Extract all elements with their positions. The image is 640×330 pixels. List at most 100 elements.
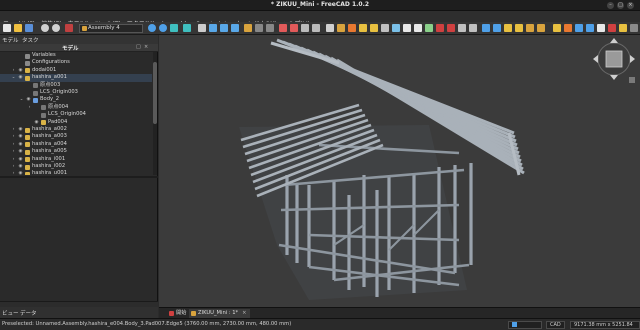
new-body-icon[interactable] [337,24,345,32]
simulation-icon[interactable] [564,24,572,32]
panel-float-icon[interactable]: □ [136,44,141,50]
constraint-axis-icon[interactable] [504,24,512,32]
visibility-eye-icon[interactable]: ◉ [18,67,23,74]
save-icon[interactable] [25,24,33,32]
tree-scrollbar[interactable] [153,52,157,175]
panel-splitter[interactable] [0,176,158,178]
expand-arrow-icon[interactable]: ⌄ [11,74,16,81]
tab-start[interactable]: 開始 [167,309,190,318]
3d-viewport[interactable] [159,35,640,307]
open-folder-icon[interactable] [14,24,22,32]
front-view-icon[interactable] [209,24,217,32]
visibility-eye-icon[interactable]: ◉ [18,126,23,133]
draw-style-icon[interactable] [170,24,178,32]
maximize-icon[interactable]: □ [617,2,624,9]
panel-close-icon[interactable]: × [144,44,148,50]
tab-document[interactable]: ZIKUU_Mini : 1* × [189,309,251,318]
tree-row[interactable]: 原点003 [0,82,152,89]
insert-fastener-icon[interactable] [370,24,378,32]
joint-icon[interactable] [575,24,583,32]
tree-row[interactable]: Configurations [0,59,152,66]
visibility-eye-icon[interactable]: ◉ [18,156,23,163]
visibility-eye-icon[interactable]: ◉ [18,74,23,81]
expand-arrow-icon[interactable]: ⌄ [19,96,24,103]
stop-icon[interactable] [608,24,616,32]
constraint-angle-icon[interactable] [526,24,534,32]
visibility-eye-icon[interactable]: ◉ [34,119,39,126]
tree-scrollbar-thumb[interactable] [153,62,157,124]
gear-icon[interactable] [586,24,594,32]
isometric-view-icon[interactable] [198,24,206,32]
solve-icon[interactable] [436,24,444,32]
house-frame-model[interactable] [159,35,640,307]
tab-close-icon[interactable]: × [242,310,246,316]
tree-row[interactable]: › ◉ hashira_a003 [0,133,152,140]
info-icon[interactable] [469,24,477,32]
measure-icon[interactable] [244,24,252,32]
more-icon[interactable] [630,24,638,32]
tree-row[interactable]: LCS_Origin004 [0,111,152,118]
new-lcs-icon[interactable] [403,24,411,32]
expand-arrow-icon[interactable]: › [27,104,32,111]
visibility-eye-icon[interactable]: ◉ [18,163,23,170]
link-icon[interactable] [279,24,287,32]
new-datum-icon[interactable] [392,24,400,32]
right-view-icon[interactable] [231,24,239,32]
top-view-icon[interactable] [220,24,228,32]
redo-icon[interactable] [52,24,60,32]
tree-row[interactable]: › ◉ hashira_i002 [0,163,152,170]
units-selector[interactable]: CAD [546,321,565,329]
tree-row[interactable]: ⌄ ◉ Body_2 [0,96,152,103]
expand-arrow-icon[interactable]: › [11,170,16,175]
tree-row[interactable]: ◉ Pad004 [0,119,152,126]
tree-row[interactable]: LCS_Origin003 [0,89,152,96]
expand-arrow-icon[interactable]: › [11,67,16,74]
bounding-box-icon[interactable] [183,24,191,32]
expand-arrow-icon[interactable]: › [11,141,16,148]
tree-row[interactable]: › ◉ hashira_i001 [0,156,152,163]
create-part-icon[interactable] [255,24,263,32]
workbench-selector[interactable]: Assembly 4 [79,24,143,33]
macro-record-icon[interactable] [65,24,73,32]
constraint-point-icon[interactable] [515,24,523,32]
navigation-style-selector[interactable] [508,321,542,329]
new-file-icon[interactable] [3,24,11,32]
undo-icon[interactable] [41,24,49,32]
visibility-eye-icon[interactable]: ◉ [18,148,23,155]
tree-row[interactable]: › ◉ hashira_a004 [0,141,152,148]
fit-all-icon[interactable] [148,24,156,32]
tree-row[interactable]: › ◉ hashira_a002 [0,126,152,133]
tree-row[interactable]: › 原点004 [0,104,152,111]
constraint-distance-icon[interactable] [537,24,545,32]
tree-row[interactable]: Variables [0,52,152,59]
tree-row[interactable]: › ◉ dodai001 [0,67,152,74]
visibility-eye-icon[interactable]: ◉ [26,96,31,103]
expression-icon[interactable] [312,24,320,32]
tab-data[interactable]: データ [20,309,37,317]
close-icon[interactable]: × [627,2,634,9]
document-icon[interactable] [597,24,605,32]
place-part-icon[interactable] [414,24,422,32]
visibility-eye-icon[interactable]: ◉ [18,133,23,140]
create-group-icon[interactable] [266,24,274,32]
tab-view[interactable]: ビュー [2,309,19,317]
expand-arrow-icon[interactable]: › [11,126,16,133]
tree-row[interactable]: ⌄ ◉ hashira_a001 [0,74,152,82]
visibility-eye-icon[interactable]: ◉ [18,170,23,175]
tab-model[interactable]: モデル [2,36,19,44]
update-icon[interactable] [447,24,455,32]
minimize-icon[interactable]: – [607,2,614,9]
link-actions-icon[interactable] [290,24,298,32]
bom-icon[interactable] [458,24,466,32]
fit-selection-icon[interactable] [159,24,167,32]
explode-icon[interactable] [553,24,561,32]
expand-arrow-icon[interactable]: › [11,148,16,155]
tab-tasks[interactable]: タスク [22,36,39,44]
visibility-eye-icon[interactable]: ◉ [18,141,23,148]
variables-icon[interactable] [301,24,309,32]
animate-icon[interactable] [425,24,433,32]
tree-row[interactable]: › ◉ hashira_u001 [0,170,152,175]
export-icon[interactable] [619,24,627,32]
expand-arrow-icon[interactable]: › [11,163,16,170]
new-assembly-icon[interactable] [326,24,334,32]
